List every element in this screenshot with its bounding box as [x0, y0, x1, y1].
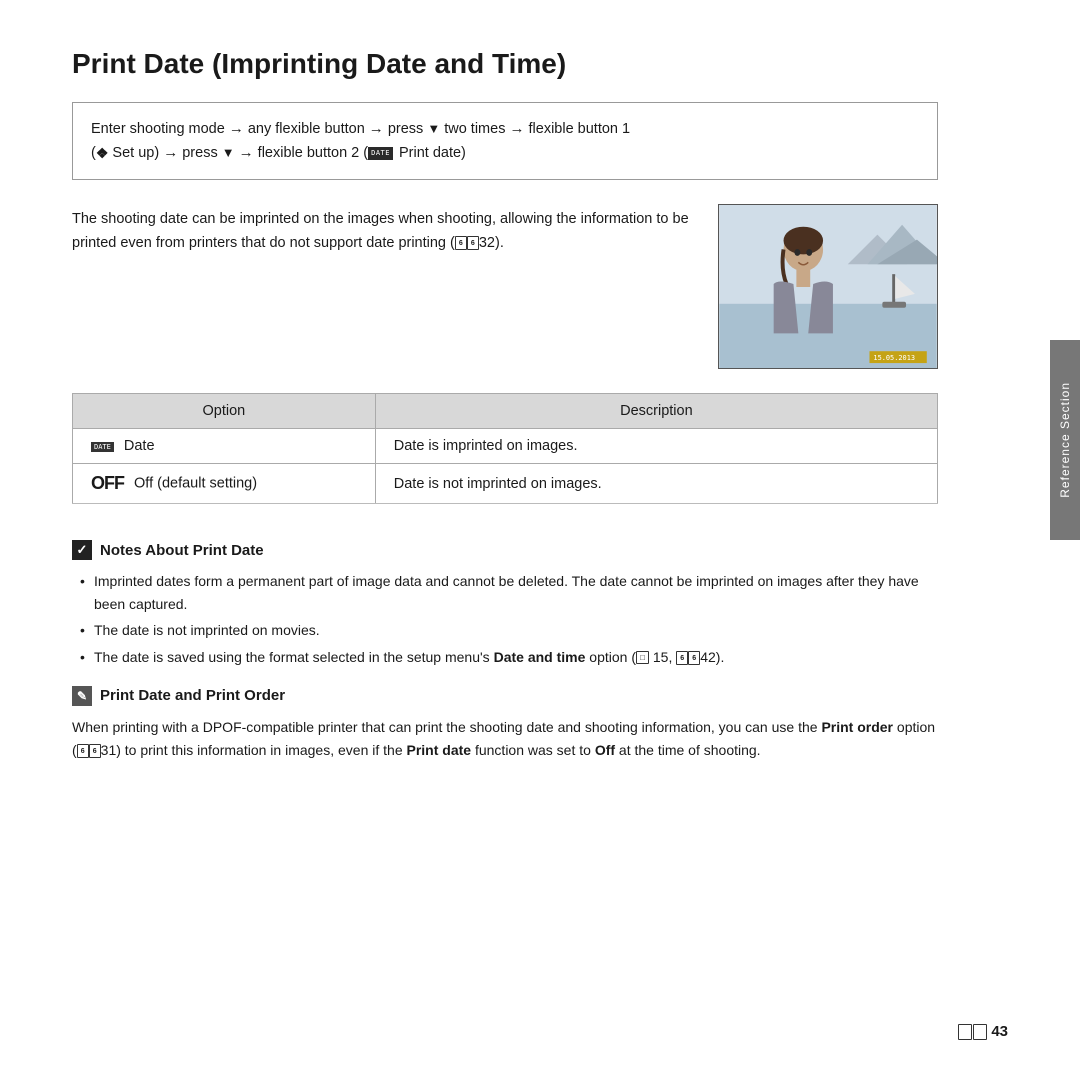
print-order-header: ✎ Print Date and Print Order	[72, 686, 938, 706]
content-area: The shooting date can be imprinted on th…	[72, 204, 938, 369]
notes-section: ✓ Notes About Print Date Imprinted dates…	[72, 540, 938, 668]
print-order-title: Print Date and Print Order	[100, 687, 285, 704]
table-cell-desc-1: Date is imprinted on images.	[375, 429, 937, 464]
book-icon-1	[958, 1024, 972, 1040]
notes-bullet-3: The date is saved using the format selec…	[76, 646, 938, 668]
instruction-line1: Enter shooting mode → any flexible butto…	[91, 117, 919, 141]
instruction-line2: (❖ Set up) → press ▼ → flexible button 2…	[91, 141, 919, 165]
table-cell-option-2: OFF Off (default setting)	[73, 464, 376, 504]
notes-header: ✓ Notes About Print Date	[72, 540, 938, 560]
table-cell-desc-2: Date is not imprinted on images.	[375, 464, 937, 504]
options-table: Option Description DATE Date Date is imp…	[72, 393, 938, 504]
table-cell-option-1: DATE Date	[73, 429, 376, 464]
table-row: DATE Date Date is imprinted on images.	[73, 429, 938, 464]
date-icon: DATE	[91, 442, 114, 452]
book-icon-2	[973, 1024, 987, 1040]
camera-image-area: 15.05.2013	[718, 204, 938, 369]
description-text: The shooting date can be imprinted on th…	[72, 204, 694, 369]
notes-bullet-1: Imprinted dates form a permanent part of…	[76, 570, 938, 615]
instruction-box: Enter shooting mode → any flexible butto…	[72, 102, 938, 180]
option-2-label: Off (default setting)	[134, 476, 257, 492]
print-order-body: When printing with a DPOF-compatible pri…	[72, 716, 938, 762]
notes-title: Notes About Print Date	[100, 542, 264, 559]
table-header-option: Option	[73, 394, 376, 429]
page-title: Print Date (Imprinting Date and Time)	[72, 48, 938, 80]
camera-illustration: 15.05.2013	[718, 204, 938, 369]
option-1-label: Date	[124, 438, 155, 454]
book-icons	[958, 1024, 987, 1040]
reference-sidebar: Reference Section	[1050, 340, 1080, 540]
checkmark-icon: ✓	[72, 540, 92, 560]
table-header-description: Description	[375, 394, 937, 429]
page-number: 43	[958, 1023, 1008, 1040]
notes-bullet-2: The date is not imprinted on movies.	[76, 619, 938, 641]
print-order-section: ✎ Print Date and Print Order When printi…	[72, 686, 938, 762]
off-icon: OFF	[91, 473, 124, 494]
table-row: OFF Off (default setting) Date is not im…	[73, 464, 938, 504]
pencil-icon: ✎	[72, 686, 92, 706]
page-num-text: 43	[991, 1023, 1008, 1040]
page-content: Print Date (Imprinting Date and Time) En…	[0, 0, 1010, 828]
svg-text:15.05.2013: 15.05.2013	[873, 354, 915, 362]
notes-list: Imprinted dates form a permanent part of…	[72, 570, 938, 668]
sidebar-label: Reference Section	[1058, 382, 1072, 498]
